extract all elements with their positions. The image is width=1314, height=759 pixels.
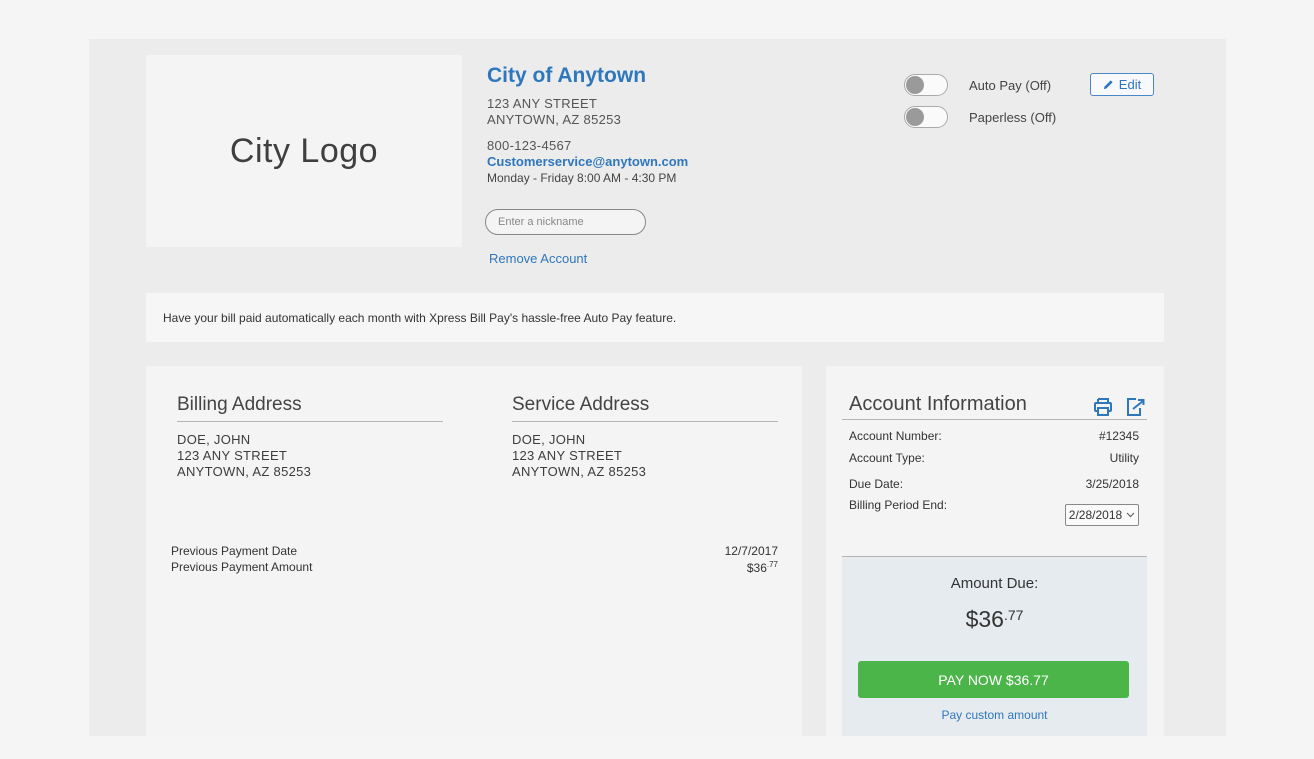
service-address: Service Address DOE, JOHN 123 ANY STREET… [512,394,778,480]
nickname-input[interactable] [485,209,646,235]
amount-cents: .77 [766,560,778,569]
paperless-label: Paperless (Off) [969,109,1057,125]
account-type-value: Utility [1109,451,1139,465]
account-type-label: Account Type: [849,451,925,465]
edit-button[interactable]: Edit [1090,73,1154,96]
account-number-value: #12345 [1098,429,1139,443]
account-information-panel: Account Information Account Number: #123… [826,366,1164,736]
account-number-row: Account Number: #12345 [849,429,1139,443]
toggle-knob [906,76,924,94]
paperless-toggle[interactable] [904,106,948,128]
previous-payment-amount-row: Previous Payment Amount $36.77 [171,560,778,575]
billing-address-line: DOE, JOHN [177,432,251,447]
service-address-line: 123 ANY STREET [512,448,623,463]
amount-due-box: Amount Due: $36.77 PAY NOW $36.77 Pay cu… [842,557,1147,736]
previous-payment-date-value: 12/7/2017 [724,544,778,558]
printer-icon[interactable] [1093,397,1113,417]
city-address-line2: ANYTOWN, AZ 85253 [487,112,622,127]
account-number-label: Account Number: [849,429,942,443]
previous-payment-date-row: Previous Payment Date 12/7/2017 [171,544,778,558]
pay-now-button[interactable]: PAY NOW $36.77 [858,661,1129,698]
previous-payment-amount-value: $36.77 [747,560,778,575]
remove-account-link[interactable]: Remove Account [489,251,587,266]
city-logo: City Logo [146,55,462,247]
auto-pay-promo-banner: Have your bill paid automatically each m… [146,293,1164,342]
city-contact-info: City of Anytown 123 ANY STREET ANYTOWN, … [487,64,847,186]
amount-whole: $36 [746,561,767,575]
service-address-line: DOE, JOHN [512,432,586,447]
billing-period-label: Billing Period End: [849,498,948,512]
billing-period-select[interactable]: 2/28/2018 [1065,504,1139,526]
chevron-down-icon [1126,512,1135,518]
amount-due-cents: .77 [1003,607,1024,623]
billing-address-lines: DOE, JOHN 123 ANY STREET ANYTOWN, AZ 852… [177,432,443,480]
billing-address-line: 123 ANY STREET [177,448,288,463]
previous-payment-amount-label: Previous Payment Amount [171,560,313,574]
amount-due-whole: $36 [965,606,1004,632]
service-address-heading: Service Address [512,394,778,422]
banner-text: Have your bill paid automatically each m… [163,310,677,325]
address-panel: Billing Address DOE, JOHN 123 ANY STREET… [146,366,802,736]
account-type-row: Account Type: Utility [849,451,1139,465]
due-date-row: Due Date: 3/25/2018 [849,477,1139,491]
paperless-setting: Paperless (Off) [904,106,1056,128]
service-address-line: ANYTOWN, AZ 85253 [512,464,647,479]
billing-address-line: ANYTOWN, AZ 85253 [177,464,312,479]
billing-period-row: Billing Period End: 2/28/2018 [849,498,1139,526]
edit-label: Edit [1118,77,1142,92]
city-address-line1: 123 ANY STREET [487,96,598,111]
customer-service-email[interactable]: Customerservice@anytown.com [487,154,847,170]
auto-pay-label: Auto Pay (Off) [969,77,1052,93]
amount-due-value: $36.77 [842,606,1147,633]
amount-due-label: Amount Due: [950,575,1039,592]
logo-text: City Logo [229,131,379,170]
previous-payment-date-label: Previous Payment Date [171,544,298,558]
toggle-knob [906,108,924,126]
office-hours: Monday - Friday 8:00 AM - 4:30 PM [487,171,677,185]
pay-custom-amount-link[interactable]: Pay custom amount [842,708,1147,722]
auto-pay-toggle[interactable] [904,74,948,96]
city-phone: 800-123-4567 [487,138,572,153]
auto-pay-setting: Auto Pay (Off) [904,74,1051,96]
billing-period-value: 2/28/2018 [1068,508,1123,522]
city-address: 123 ANY STREET ANYTOWN, AZ 85253 [487,96,847,128]
export-icon[interactable] [1125,397,1145,417]
due-date-value: 3/25/2018 [1085,477,1139,491]
service-address-lines: DOE, JOHN 123 ANY STREET ANYTOWN, AZ 852… [512,432,778,480]
divider [842,419,1147,420]
due-date-label: Due Date: [849,477,904,491]
city-name: City of Anytown [487,64,647,87]
billing-address-heading: Billing Address [177,394,443,422]
account-information-heading: Account Information [849,393,1027,415]
pencil-icon [1103,80,1113,90]
billing-address: Billing Address DOE, JOHN 123 ANY STREET… [177,394,443,480]
